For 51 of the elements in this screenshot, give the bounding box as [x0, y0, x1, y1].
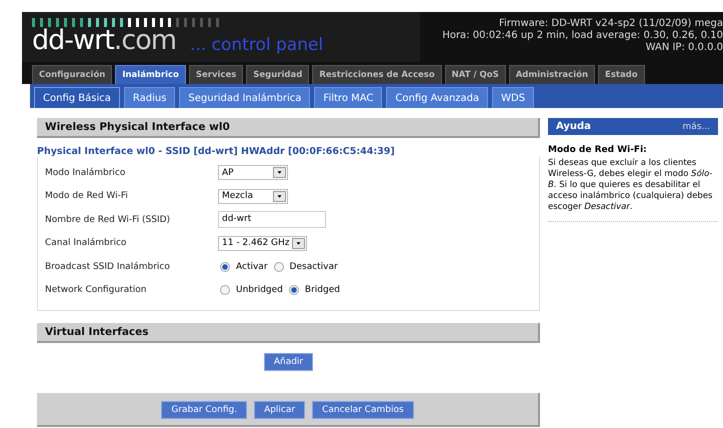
dropdown[interactable]: AP: [218, 165, 288, 180]
info-text: WAN IP: 0.0.0.0: [644, 42, 723, 54]
radio-label: Activar: [236, 262, 268, 272]
tab[interactable]: Restricciones de Acceso: [312, 65, 442, 84]
tab[interactable]: Administración: [508, 65, 596, 84]
action-button[interactable]: Cancelar Cambios: [312, 401, 414, 419]
tagline: ... control panel: [190, 37, 324, 54]
field-label: Broadcast SSID Inalámbrico: [45, 262, 171, 272]
section-title: Wireless Physical Interface wl0: [37, 118, 540, 138]
field-label: Canal Inalámbrico: [45, 238, 128, 248]
input-field[interactable]: dd-wrt: [218, 211, 326, 228]
help-heading: Modo de Red Wi-Fi:: [548, 145, 648, 155]
tab[interactable]: Configuración: [32, 65, 112, 84]
tab[interactable]: Seguridad: [246, 65, 310, 84]
section-title: Virtual Interfaces: [37, 323, 540, 343]
subtab[interactable]: Radius: [124, 87, 176, 108]
radio-button[interactable]: [220, 262, 230, 272]
field-label: Network Configuration: [45, 285, 148, 296]
dropdown[interactable]: 11 - 2.462 GHz: [218, 236, 307, 251]
field-label: Nombre de Red Wi-Fi (SSID): [45, 214, 172, 225]
fieldset-legend: Physical Interface wl0 - SSID [dd-wrt] HWAddr [00:0F:66:C5:44:39]: [37, 146, 540, 157]
radio-label: Bridged: [304, 285, 340, 296]
help-title: Ayuda: [556, 121, 591, 132]
logo: dd-wrt.com: [32, 27, 176, 54]
dropdown[interactable]: Mezcla: [218, 188, 288, 204]
field-label: Modo de Red Wi-Fi: [45, 191, 129, 202]
field-label: Modo Inalámbrico: [45, 168, 126, 178]
more-link[interactable]: más...: [682, 122, 710, 132]
tab[interactable]: Inalámbrico: [115, 65, 186, 84]
subtab[interactable]: Filtro MAC: [314, 87, 382, 108]
radio-button[interactable]: [220, 285, 230, 296]
info-text: Hora: 00:02:46 up 2 min, load average: 0.30, 0.26, 0.10: [442, 30, 723, 42]
subtab[interactable]: WDS: [492, 87, 534, 108]
radio-label: Desactivar: [290, 262, 338, 272]
caret-icon: [273, 190, 286, 202]
help-text: Si deseas que excluír a los clientes Wireless-G, debes elegir el modo Sólo-B. Si lo que quieres es desabilitar el acceso inalámbrico (cualquiera) debes escoger Desactivar.: [548, 158, 718, 222]
action-button[interactable]: Grabar Config.: [161, 401, 248, 419]
caret-icon: [292, 238, 305, 249]
tab[interactable]: NAT / QoS: [444, 65, 506, 84]
action-button[interactable]: Aplicar: [254, 401, 306, 419]
subtab[interactable]: Seguridad Inalámbrica: [179, 87, 310, 108]
radio-button[interactable]: [288, 285, 299, 296]
radio-button[interactable]: [274, 262, 284, 272]
caret-icon: [273, 167, 286, 178]
subtab[interactable]: Config Avanzada: [386, 87, 488, 108]
tab[interactable]: Services: [188, 65, 244, 84]
subtab[interactable]: Config Básica: [34, 87, 120, 108]
radio-label: Unbridged: [236, 285, 283, 296]
tab[interactable]: Estado: [598, 65, 645, 84]
add-button[interactable]: Añadir: [264, 353, 314, 371]
info-text: Firmware: DD-WRT v24-sp2 (11/02/09) mega: [498, 18, 723, 30]
